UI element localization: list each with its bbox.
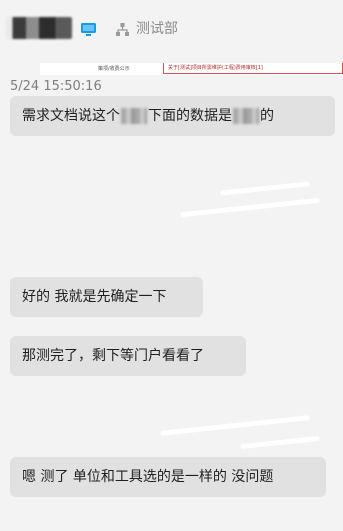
contact-name-redacted[interactable] — [6, 17, 72, 39]
redacted-text — [121, 108, 147, 124]
message-bubble[interactable]: 那测完了，剩下等门户看看了 — [10, 336, 246, 376]
scribble-mark — [219, 181, 311, 196]
message-bubble[interactable]: 需求文档说这个 下面的数据是 的 — [10, 96, 335, 136]
department-name[interactable]: 测试部 — [136, 20, 178, 38]
org-chart-icon — [116, 23, 129, 36]
redacted-text — [233, 108, 259, 124]
message-text: 那测完了，剩下等门户看看了 — [22, 348, 204, 364]
scribble-mark — [180, 197, 320, 218]
message-bubble[interactable]: 嗯 测了 单位和工具选的是一样的 没问题 — [10, 457, 326, 497]
doc-highlight-cell: 关于[测试]项目所需维护(工程)费用审核[1] — [163, 63, 343, 74]
monitor-icon[interactable] — [80, 21, 97, 38]
scribble-mark — [239, 435, 321, 450]
message-text: 需求文档说这个 — [22, 108, 120, 124]
chat-header: 测试部 — [0, 0, 343, 62]
scribble-mark — [160, 415, 310, 436]
message-text: 嗯 测了 单位和工具选的是一样的 没问题 — [22, 469, 274, 485]
document-preview[interactable]: 策项/收费公示 关于[测试]项目所需维护(工程)费用审核[1] — [40, 63, 343, 75]
message-bubble[interactable]: 好的 我就是先确定一下 — [10, 277, 203, 317]
doc-cell-text: 策项/收费公示 — [98, 66, 130, 72]
message-text: 好的 我就是先确定一下 — [22, 289, 167, 305]
doc-highlight-text: 关于[测试]项目所需维护(工程)费用审核[1] — [168, 65, 263, 71]
message-timestamp: 5/24 15:50:16 — [10, 79, 102, 94]
message-text: 的 — [260, 108, 274, 124]
message-text: 下面的数据是 — [148, 108, 232, 124]
